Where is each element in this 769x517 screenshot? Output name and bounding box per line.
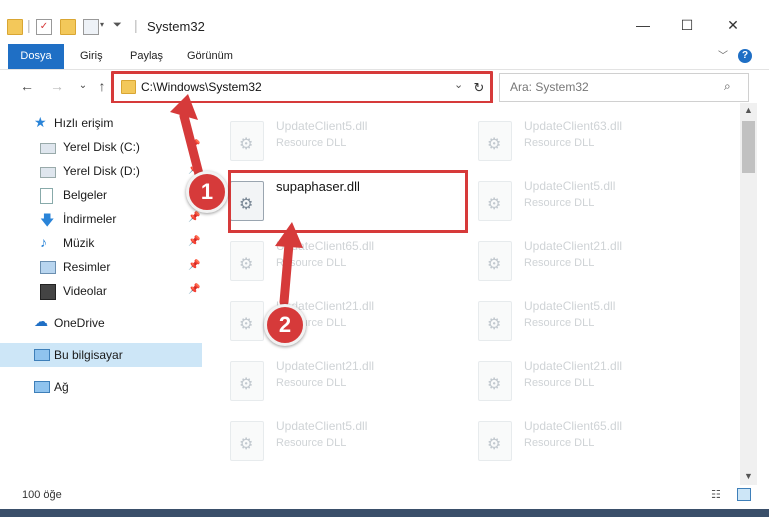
step-badge-2: 2 [264,304,306,346]
annotation-overlay [170,94,303,307]
arrow-2-shaft [279,239,294,307]
step-badge-1: 1 [186,171,228,213]
arrow-2-head [275,222,303,248]
arrow-1-shaft [179,111,205,183]
